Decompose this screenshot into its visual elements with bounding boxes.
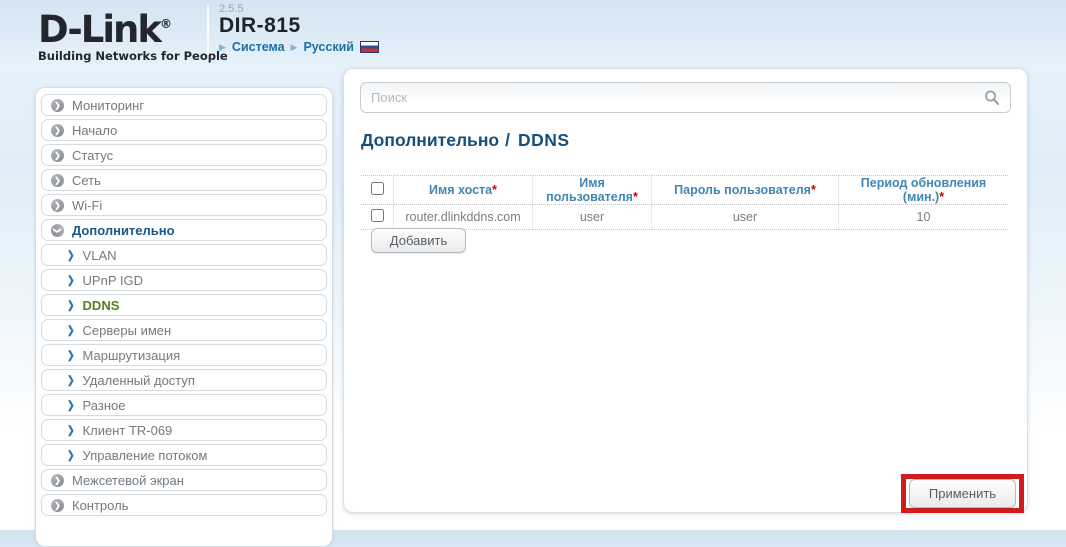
chevron-right-icon: ❯ [67,248,75,261]
row-host-cell[interactable]: router.dlinkddns.com [393,204,533,230]
chevron-circle-right-icon: ❯ [51,123,64,137]
sidebar-item-label: Сеть [72,172,101,188]
dlink-logo[interactable]: D-Link® Building Networks for People [38,6,228,63]
language-menu-link[interactable]: Русский [303,40,354,54]
row-username-cell[interactable]: user [532,204,652,230]
sidebar-item-flow-control[interactable]: ❯ Управление потоком [41,444,327,466]
select-all-checkbox[interactable] [370,182,384,195]
chevron-right-icon: ❯ [67,448,75,461]
table-header-period: Период обновления (мин.)* [838,175,1008,205]
chevron-right-icon: ❯ [67,373,75,386]
sidebar-item-ddns[interactable]: ❯ DDNS [41,294,327,316]
sidebar-item-label: Wi-Fi [72,197,103,213]
chevron-right-icon: ❯ [67,398,75,411]
brand-tagline: Building Networks for People [38,49,228,63]
row-period-cell[interactable]: 10 [838,204,1008,230]
required-mark: * [632,190,638,204]
sidebar-item-advanced[interactable]: ❯ Дополнительно [41,219,327,241]
sidebar-item-label: Статус [72,147,114,163]
sidebar-item-label: Маршрутизация [82,347,181,363]
sidebar-item-tr069-client[interactable]: ❯ Клиент TR-069 [41,419,327,441]
sidebar-item-control[interactable]: ❯ Контроль [41,494,327,516]
sidebar-item-label: Удаленный доступ [82,372,195,388]
sidebar-item-label: Контроль [72,497,129,513]
search-box [360,82,1011,113]
sidebar-item-dns-servers[interactable]: ❯ Серверы имен [41,319,327,341]
sidebar-item-network[interactable]: ❯ Сеть [41,169,327,191]
sidebar-item-label: Клиент TR-069 [82,422,173,438]
sidebar-item-label: Начало [72,122,118,138]
chevron-circle-right-icon: ❯ [51,498,64,512]
table-header-host: Имя хоста* [393,175,533,205]
chevron-right-icon: ❯ [67,323,75,336]
sidebar-item-label: Серверы имен [82,322,172,338]
chevron-circle-right-icon: ❯ [51,198,64,212]
sidebar-item-wifi[interactable]: ❯ Wi-Fi [41,194,327,216]
chevron-right-icon: ❯ [67,423,75,436]
search-icon[interactable] [983,89,1001,107]
sidebar-item-remote-access[interactable]: ❯ Удаленный доступ [41,369,327,391]
chevron-circle-right-icon: ❯ [51,148,64,162]
system-menu-link[interactable]: Система [232,40,285,54]
table-header-username: Имя пользователя* [532,175,652,205]
apply-button[interactable]: Применить [909,479,1016,508]
sidebar-item-routing[interactable]: ❯ Маршрутизация [41,344,327,366]
page-title-section: Дополнительно [361,130,500,150]
add-button[interactable]: Добавить [371,228,466,253]
sidebar-item-status[interactable]: ❯ Статус [41,144,327,166]
device-model: DIR-815 [219,14,301,37]
content-panel: Дополнительно/ DDNS Имя хоста* Имя пользо… [343,68,1028,513]
table-header-row: Имя хоста* Имя пользователя* Пароль поль… [361,175,1008,205]
sidebar-menu: ❯ Мониторинг ❯ Начало ❯ Статус ❯ Сеть ❯ Wi-Fi… [35,87,333,547]
device-info: 2.5.5 DIR-815 ▶ Система ▶ Русский [219,3,379,54]
chevron-circle-right-icon: ❯ [51,173,64,187]
sidebar-item-label: VLAN [82,247,117,263]
nav-arrow-icon: ▶ [219,42,226,52]
row-select-cell [361,204,394,230]
required-mark: * [939,190,945,204]
sidebar-item-label: Межсетевой экран [72,472,184,488]
chevron-circle-right-icon: ❯ [51,473,64,487]
sidebar-item-label: UPnP IGD [82,272,143,288]
sidebar-item-firewall[interactable]: ❯ Межсетевой экран [41,469,327,491]
sidebar-item-home[interactable]: ❯ Начало [41,119,327,141]
page-title: Дополнительно / DDNS [361,130,570,151]
sidebar-item-label: DDNS [82,297,120,313]
required-mark: * [492,183,497,197]
chevron-right-icon: ❯ [67,273,75,286]
required-mark: * [810,183,816,197]
sidebar-item-label: Дополнительно [72,222,175,238]
header-nav: ▶ Система ▶ Русский [219,40,379,54]
russia-flag-icon[interactable] [359,41,379,53]
page-title-separator: / [505,130,510,150]
table-row[interactable]: router.dlinkddns.com user user 10 [361,204,1008,230]
brand-wordmark: D-Link® [38,8,172,51]
sidebar-item-label: Мониторинг [72,97,145,113]
sidebar-item-label: Разное [82,397,126,413]
nav-arrow-icon: ▶ [290,42,298,52]
chevron-right-icon: ❯ [67,348,75,361]
sidebar-item-label: Управление потоком [82,447,208,463]
table-header-select [361,175,394,205]
annotation-highlight-box: Применить [901,474,1024,513]
table-header-password: Пароль пользователя* [651,175,839,205]
registered-mark: ® [159,17,172,31]
sidebar-item-upnp-igd[interactable]: ❯ UPnP IGD [41,269,327,291]
row-checkbox[interactable] [370,209,384,222]
chevron-circle-down-icon: ❯ [51,223,64,237]
chevron-right-icon: ❯ [67,298,75,311]
header-divider [207,5,209,55]
sidebar-item-vlan[interactable]: ❯ VLAN [41,244,327,266]
row-password-cell[interactable]: user [651,204,839,230]
ddns-table: Имя хоста* Имя пользователя* Пароль поль… [361,175,1008,230]
chevron-circle-right-icon: ❯ [51,98,64,112]
sidebar-item-misc[interactable]: ❯ Разное [41,394,327,416]
page-title-page: DDNS [517,130,570,150]
sidebar-item-monitoring[interactable]: ❯ Мониторинг [41,94,327,116]
search-input[interactable] [361,83,1010,112]
